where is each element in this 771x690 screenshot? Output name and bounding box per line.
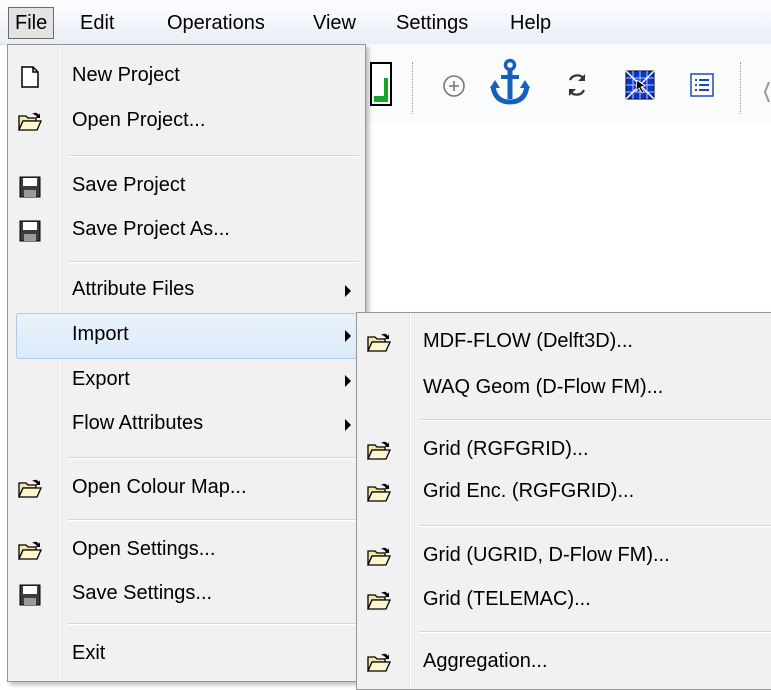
menu-item-label: Export bbox=[72, 368, 130, 390]
menu-divider bbox=[419, 631, 771, 633]
menu-view[interactable]: View bbox=[307, 8, 362, 38]
open-folder-icon bbox=[18, 111, 42, 133]
submenu-arrow-icon bbox=[345, 285, 351, 297]
zoom-circle-icon[interactable] bbox=[440, 72, 468, 106]
menu-operations[interactable]: Operations bbox=[161, 8, 271, 38]
open-folder-icon bbox=[367, 652, 391, 674]
new-file-icon bbox=[18, 66, 42, 88]
floppy-disk-icon bbox=[18, 176, 42, 198]
menu-divider bbox=[68, 261, 359, 263]
menu-item-label: Open Settings... bbox=[72, 538, 216, 560]
submenu-arrow-icon bbox=[345, 419, 351, 431]
menu-item-label: New Project bbox=[72, 64, 180, 86]
open-folder-icon bbox=[367, 590, 391, 612]
list-icon[interactable] bbox=[690, 73, 714, 103]
menu-item-grid-ugrid[interactable]: Grid (UGRID, D-Flow FM)... bbox=[359, 535, 771, 579]
menu-item-label: Grid (UGRID, D-Flow FM)... bbox=[423, 544, 670, 566]
menu-item-label: WAQ Geom (D-Flow FM)... bbox=[423, 376, 664, 398]
menu-edit[interactable]: Edit bbox=[74, 8, 120, 38]
menu-item-aggregation[interactable]: Aggregation... bbox=[359, 641, 771, 685]
menu-item-save-settings[interactable]: Save Settings... bbox=[10, 573, 363, 617]
floppy-disk-icon bbox=[18, 220, 42, 242]
menu-item-label: Open Colour Map... bbox=[72, 476, 247, 498]
menu-item-grid-rgfgrid[interactable]: Grid (RGFGRID)... bbox=[359, 429, 771, 473]
menu-divider bbox=[68, 155, 359, 157]
menu-item-label: Save Settings... bbox=[72, 582, 213, 604]
menu-item-save-project[interactable]: Save Project bbox=[10, 165, 363, 209]
menu-item-mdf-flow[interactable]: MDF-FLOW (Delft3D)... bbox=[359, 321, 771, 365]
toolbar-separator bbox=[740, 62, 742, 114]
menu-divider bbox=[68, 457, 359, 459]
file-menu: New Project Open Project... Save Project… bbox=[7, 44, 369, 682]
toolbar-clipped-icon[interactable] bbox=[762, 80, 771, 104]
menu-settings[interactable]: Settings bbox=[390, 8, 474, 38]
menu-item-label: MDF-FLOW (Delft3D)... bbox=[423, 330, 633, 352]
menu-item-label: Save Project bbox=[72, 174, 186, 196]
menu-item-new-project[interactable]: New Project bbox=[10, 55, 363, 99]
menu-divider bbox=[68, 519, 359, 521]
refresh-icon[interactable] bbox=[562, 70, 592, 106]
menu-item-label: Exit bbox=[72, 642, 106, 664]
hatch-grid-icon[interactable] bbox=[625, 70, 655, 100]
submenu-arrow-icon bbox=[345, 375, 351, 387]
menu-bar: File Edit Operations View Settings Help bbox=[0, 0, 771, 45]
import-submenu: MDF-FLOW (Delft3D)... WAQ Geom (D-Flow F… bbox=[356, 312, 771, 690]
open-folder-icon bbox=[367, 546, 391, 568]
menu-item-label: Import bbox=[72, 323, 129, 345]
submenu-arrow-icon bbox=[345, 330, 351, 342]
open-folder-icon bbox=[367, 440, 391, 462]
grid-color-icon[interactable] bbox=[370, 62, 392, 106]
menu-file[interactable]: File bbox=[8, 7, 55, 39]
menu-item-open-project[interactable]: Open Project... bbox=[10, 100, 363, 144]
menu-item-label: Grid (RGFGRID)... bbox=[423, 438, 589, 460]
menu-divider bbox=[68, 623, 359, 625]
menu-help[interactable]: Help bbox=[504, 8, 557, 38]
open-folder-icon bbox=[18, 478, 42, 500]
menu-item-import[interactable]: Import bbox=[16, 313, 369, 359]
menu-divider bbox=[419, 419, 771, 421]
menu-item-grid-telemac[interactable]: Grid (TELEMAC)... bbox=[359, 579, 771, 623]
menu-item-label: Grid (TELEMAC)... bbox=[423, 588, 591, 610]
floppy-disk-icon bbox=[18, 584, 42, 606]
menu-item-label: Save Project As... bbox=[72, 218, 230, 240]
menu-divider bbox=[419, 525, 771, 527]
menu-item-flow-attributes[interactable]: Flow Attributes bbox=[10, 403, 363, 447]
menu-item-label: Attribute Files bbox=[72, 278, 195, 300]
menu-item-save-project-as[interactable]: Save Project As... bbox=[10, 209, 363, 253]
open-folder-icon bbox=[18, 540, 42, 562]
menu-item-label: Grid Enc. (RGFGRID)... bbox=[423, 480, 635, 502]
toolbar-separator bbox=[412, 62, 414, 114]
anchor-icon[interactable] bbox=[490, 58, 530, 112]
open-folder-icon bbox=[367, 482, 391, 504]
menu-item-export[interactable]: Export bbox=[10, 359, 363, 403]
menu-item-waq-geom[interactable]: WAQ Geom (D-Flow FM)... bbox=[359, 367, 771, 411]
menu-item-attribute-files[interactable]: Attribute Files bbox=[10, 269, 363, 313]
menu-item-label: Open Project... bbox=[72, 109, 206, 131]
menu-item-open-settings[interactable]: Open Settings... bbox=[10, 529, 363, 573]
menu-item-grid-enc-rgfgrid[interactable]: Grid Enc. (RGFGRID)... bbox=[359, 471, 771, 515]
open-folder-icon bbox=[367, 332, 391, 354]
menu-item-label: Flow Attributes bbox=[72, 412, 204, 434]
menu-item-open-colour-map[interactable]: Open Colour Map... bbox=[10, 467, 363, 511]
menu-item-label: Aggregation... bbox=[423, 650, 548, 672]
menu-item-exit[interactable]: Exit bbox=[10, 633, 363, 677]
